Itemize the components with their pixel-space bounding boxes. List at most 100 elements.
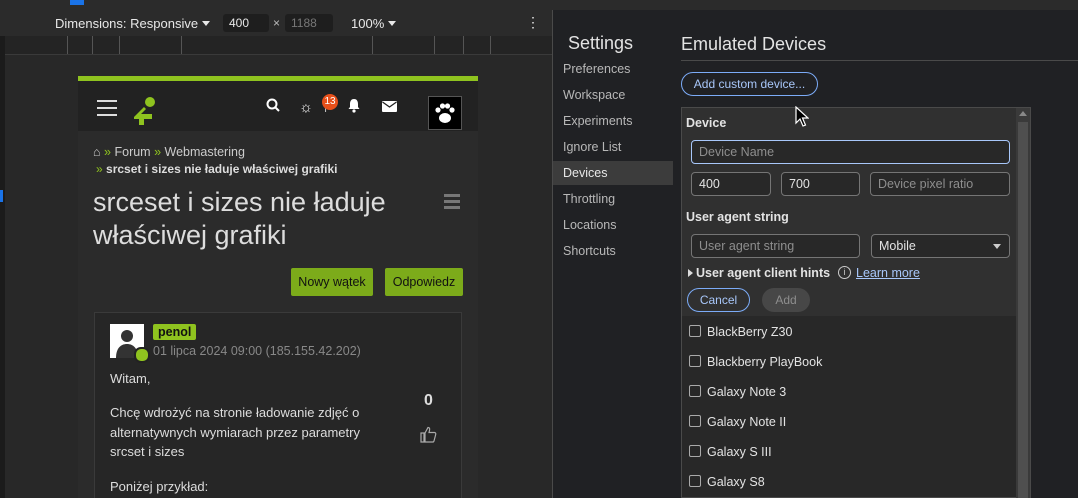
devices-title: Emulated Devices bbox=[681, 34, 827, 54]
device-item-label: Galaxy S8 bbox=[707, 475, 765, 489]
paw-icon bbox=[435, 103, 455, 123]
dimensions-label: Dimensions: Responsive bbox=[55, 16, 199, 31]
device-height-input[interactable]: 700 bbox=[781, 172, 860, 196]
ruler-tick bbox=[463, 36, 464, 54]
settings-title: Settings bbox=[568, 33, 634, 53]
breadcrumb-category-link[interactable]: Webmastering bbox=[165, 145, 245, 159]
notification-badge: 13 bbox=[322, 94, 338, 110]
cancel-button[interactable]: Cancel bbox=[687, 288, 750, 312]
device-list-item[interactable]: Galaxy Note 3 bbox=[689, 382, 786, 402]
nav-ignore-list[interactable]: Ignore List bbox=[553, 135, 673, 159]
nav-devices[interactable]: Devices bbox=[553, 161, 673, 185]
home-icon[interactable]: ⌂ bbox=[93, 145, 101, 159]
user-agent-type-select[interactable]: Mobile bbox=[871, 234, 1010, 258]
expand-triangle-icon[interactable] bbox=[688, 269, 693, 277]
zoom-dropdown[interactable]: 100% bbox=[351, 16, 397, 31]
nav-workspace[interactable]: Workspace bbox=[553, 83, 673, 107]
client-hints-toggle[interactable]: User agent client hints bbox=[696, 266, 830, 280]
thread-menu-icon[interactable] bbox=[444, 194, 460, 212]
checkbox[interactable] bbox=[689, 475, 701, 487]
nav-throttling[interactable]: Throttling bbox=[553, 187, 673, 211]
times-sign: × bbox=[273, 16, 281, 30]
ruler-tick bbox=[67, 36, 68, 54]
chevron-down-icon bbox=[202, 21, 211, 26]
online-status-dot bbox=[134, 347, 150, 363]
add-button[interactable]: Add bbox=[762, 288, 810, 312]
scrollbar-thumb[interactable] bbox=[1018, 122, 1028, 498]
info-icon[interactable]: i bbox=[838, 266, 851, 279]
new-thread-button[interactable]: Nowy wątek bbox=[291, 268, 373, 296]
checkbox[interactable] bbox=[689, 385, 701, 397]
scroll-up-arrow-icon[interactable] bbox=[1019, 111, 1027, 116]
top-strip bbox=[0, 0, 1078, 10]
device-list-item[interactable]: Galaxy S8 bbox=[689, 472, 765, 492]
user-agent-input[interactable]: User agent string bbox=[691, 234, 860, 258]
emulated-viewport[interactable]: ☼ ⚑ 13 ⌂ » Forum » Webmastering » srcset… bbox=[78, 76, 478, 498]
nav-experiments[interactable]: Experiments bbox=[553, 109, 673, 133]
left-edge bbox=[0, 36, 5, 498]
post-example: Poniżej przykład: bbox=[110, 479, 209, 494]
checkbox[interactable] bbox=[689, 355, 701, 367]
tab-indicator bbox=[70, 0, 84, 5]
site-logo-icon[interactable] bbox=[130, 95, 158, 127]
ruler-tick bbox=[181, 36, 182, 54]
nav-shortcuts[interactable]: Shortcuts bbox=[553, 239, 673, 263]
device-item-label: Galaxy S III bbox=[707, 445, 772, 459]
device-item-label: Blackberry PlayBook bbox=[707, 355, 823, 369]
chevron-down-icon bbox=[388, 21, 397, 26]
breadcrumb-current-label: srcset i sizes nie ładuje właściwej graf… bbox=[106, 162, 338, 176]
device-name-input[interactable]: Device Name bbox=[691, 140, 1010, 164]
reply-button[interactable]: Odpowiedz bbox=[385, 268, 463, 296]
theme-toggle-icon[interactable]: ☼ bbox=[296, 98, 316, 118]
ruler-tick bbox=[490, 36, 491, 54]
device-item-label: BlackBerry Z30 bbox=[707, 325, 793, 339]
device-list-item[interactable]: Blackberry PlayBook bbox=[689, 352, 822, 372]
media-query-ruler[interactable] bbox=[5, 36, 553, 55]
checkbox[interactable] bbox=[689, 325, 701, 337]
bell-icon[interactable] bbox=[344, 98, 364, 118]
mouse-cursor-icon bbox=[795, 106, 809, 127]
post-author[interactable]: penol bbox=[153, 324, 197, 340]
thumbs-up-icon[interactable] bbox=[420, 426, 437, 448]
device-list-item[interactable]: Galaxy S III bbox=[689, 442, 772, 462]
checkbox[interactable] bbox=[689, 445, 701, 457]
search-icon[interactable] bbox=[263, 98, 283, 118]
learn-more-link[interactable]: Learn more bbox=[856, 266, 920, 280]
breadcrumb-forum-link[interactable]: Forum bbox=[114, 145, 150, 159]
device-list-item[interactable]: BlackBerry Z30 bbox=[689, 322, 792, 342]
width-input[interactable]: 400 bbox=[223, 14, 269, 32]
site-header: ☼ ⚑ 13 bbox=[78, 81, 478, 131]
device-label: Device bbox=[686, 116, 727, 130]
edge-marker bbox=[0, 190, 3, 202]
mail-icon[interactable] bbox=[379, 98, 399, 118]
hamburger-menu-icon[interactable] bbox=[97, 100, 117, 118]
ruler-tick bbox=[92, 36, 93, 54]
nav-preferences[interactable]: Preferences bbox=[553, 57, 673, 81]
chevron-down-icon bbox=[993, 244, 1001, 249]
add-custom-device-button[interactable]: Add custom device... bbox=[681, 72, 818, 96]
user-agent-label: User agent string bbox=[686, 210, 789, 224]
user-agent-type-value: Mobile bbox=[879, 239, 916, 253]
checkbox[interactable] bbox=[689, 415, 701, 427]
breadcrumb-current: » srcset i sizes nie ładuje właściwej gr… bbox=[96, 162, 337, 176]
post-greeting: Witam, bbox=[110, 371, 151, 386]
ruler-tick bbox=[372, 36, 373, 54]
device-list-item[interactable]: Galaxy Note II bbox=[689, 412, 786, 432]
user-avatar[interactable] bbox=[428, 96, 462, 130]
zoom-label: 100% bbox=[351, 16, 385, 31]
more-options-icon[interactable]: ⋮ bbox=[526, 14, 540, 31]
device-pixel-ratio-input[interactable]: Device pixel ratio bbox=[870, 172, 1010, 196]
breadcrumb-separator: » bbox=[96, 162, 103, 176]
post-body: Chcę wdrożyć na stronie ładowanie zdjęć … bbox=[110, 405, 360, 459]
ruler-tick bbox=[434, 36, 435, 54]
title-divider bbox=[681, 60, 1078, 61]
breadcrumb-separator: » bbox=[104, 145, 111, 159]
breadcrumb: ⌂ » Forum » Webmastering bbox=[93, 143, 245, 161]
device-item-label: Galaxy Note 3 bbox=[707, 385, 787, 399]
device-width-input[interactable]: 400 bbox=[691, 172, 771, 196]
breadcrumb-separator: » bbox=[154, 145, 162, 159]
height-input[interactable]: 1188 bbox=[285, 14, 333, 32]
nav-locations[interactable]: Locations bbox=[553, 213, 673, 237]
ruler-tick bbox=[119, 36, 120, 54]
dimensions-dropdown[interactable]: Dimensions: Responsive bbox=[55, 16, 211, 31]
